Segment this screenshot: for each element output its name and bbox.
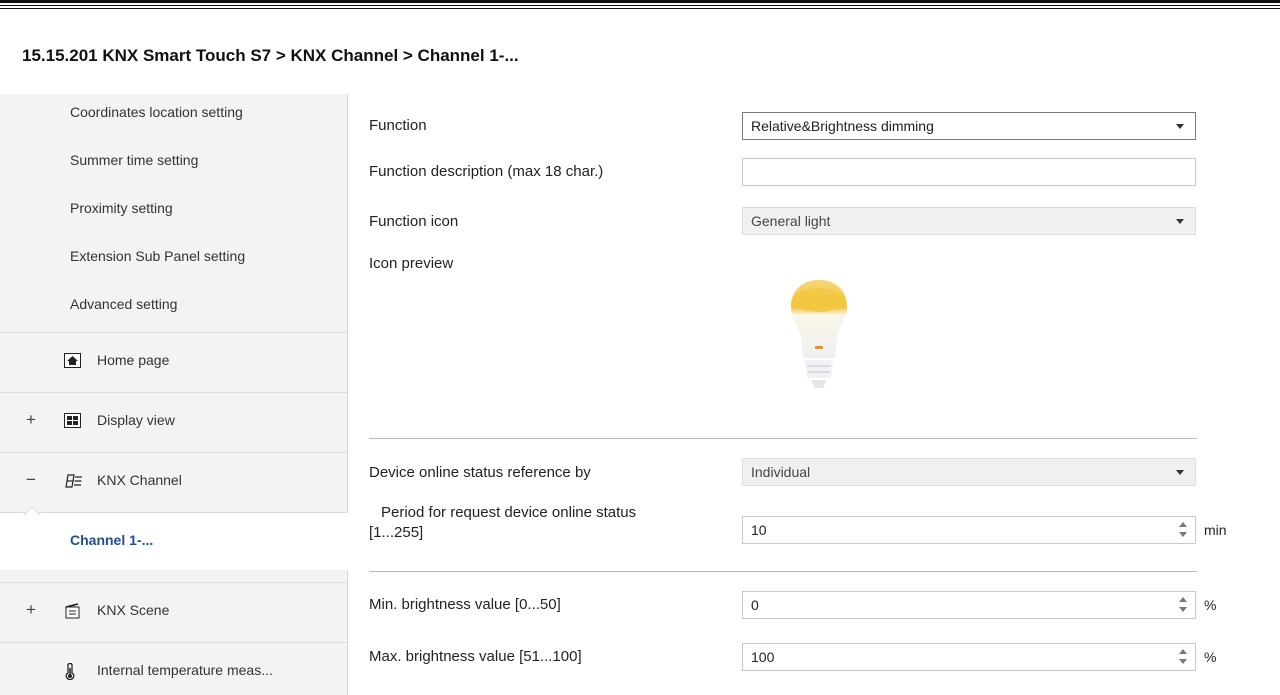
sidebar-item-extension-sub-panel[interactable]: Extension Sub Panel setting xyxy=(70,248,245,264)
sidebar-item-label: Internal temperature meas... xyxy=(97,662,273,678)
sidebar-item-proximity[interactable]: Proximity setting xyxy=(70,200,173,216)
max-brightness-stepper[interactable]: 100 xyxy=(742,643,1196,671)
scene-icon xyxy=(64,603,81,619)
light-bulb-icon xyxy=(781,274,857,404)
min-brightness-unit: % xyxy=(1204,597,1217,613)
function-icon-label: Function icon xyxy=(369,213,459,230)
function-select[interactable]: Relative&Brightness dimming xyxy=(742,112,1196,140)
icon-preview-label: Icon preview xyxy=(369,255,454,272)
parameter-panel: Function Relative&Brightness dimming Fun… xyxy=(349,94,1280,695)
thermometer-icon xyxy=(64,662,81,681)
sidebar-item-label: Channel 1-... xyxy=(70,532,154,548)
sidebar: Coordinates location setting Summer time… xyxy=(0,94,349,695)
chevron-down-icon xyxy=(1176,219,1184,224)
sidebar-item-coordinates-location[interactable]: Coordinates location setting xyxy=(70,104,243,120)
sidebar-item-display-view[interactable]: + Display view xyxy=(0,392,348,450)
period-range-label: [1...255] xyxy=(369,524,424,541)
expand-icon[interactable]: + xyxy=(24,600,38,620)
min-brightness-value: 0 xyxy=(751,597,759,613)
spinner-icon[interactable] xyxy=(1179,597,1187,613)
function-select-value: Relative&Brightness dimming xyxy=(751,118,934,134)
breadcrumb: 15.15.201 KNX Smart Touch S7 > KNX Chann… xyxy=(22,46,519,65)
min-brightness-label: Min. brightness value [0...50] xyxy=(369,596,561,613)
function-description-label: Function description (max 18 char.) xyxy=(369,163,604,180)
sidebar-item-label: KNX Channel xyxy=(97,472,182,488)
online-status-reference-value: Individual xyxy=(751,464,811,480)
expand-icon[interactable]: + xyxy=(24,410,38,430)
section-divider xyxy=(369,438,1197,439)
chevron-down-icon xyxy=(1176,124,1184,129)
top-rule xyxy=(0,0,1280,9)
period-unit: min xyxy=(1204,522,1227,538)
function-icon-select-value: General light xyxy=(751,213,831,229)
sidebar-item-knx-scene[interactable]: + KNX Scene xyxy=(0,582,348,640)
period-value: 10 xyxy=(751,522,767,538)
function-icon-select[interactable]: General light xyxy=(742,207,1196,235)
display-view-icon xyxy=(64,413,81,428)
sidebar-item-channel-1[interactable]: Channel 1-... xyxy=(0,512,349,570)
function-label: Function xyxy=(369,117,427,134)
spinner-icon[interactable] xyxy=(1179,522,1187,538)
function-description-input[interactable] xyxy=(742,158,1196,186)
sidebar-item-home-page[interactable]: Home page xyxy=(0,332,348,390)
max-brightness-label: Max. brightness value [51...100] xyxy=(369,648,582,665)
online-status-reference-select[interactable]: Individual xyxy=(742,458,1196,486)
section-divider xyxy=(369,571,1197,572)
spinner-icon[interactable] xyxy=(1179,649,1187,665)
sidebar-item-knx-channel[interactable]: − KNX Channel xyxy=(0,452,348,510)
max-brightness-unit: % xyxy=(1204,649,1217,665)
period-stepper[interactable]: 10 xyxy=(742,516,1196,544)
sidebar-item-label: Home page xyxy=(97,352,170,368)
sidebar-item-internal-temperature[interactable]: Internal temperature meas... xyxy=(0,642,348,695)
chevron-down-icon xyxy=(1176,470,1184,475)
sidebar-item-label: KNX Scene xyxy=(97,602,170,618)
period-label: Period for request device online status xyxy=(381,504,637,521)
sidebar-item-label: Display view xyxy=(97,412,175,428)
home-icon xyxy=(64,353,81,368)
max-brightness-value: 100 xyxy=(751,649,775,665)
sidebar-item-summer-time[interactable]: Summer time setting xyxy=(70,152,198,168)
knx-channel-icon xyxy=(64,473,82,488)
sidebar-item-advanced[interactable]: Advanced setting xyxy=(70,296,177,312)
online-status-reference-label: Device online status reference by xyxy=(369,464,591,481)
min-brightness-stepper[interactable]: 0 xyxy=(742,591,1196,619)
collapse-icon[interactable]: − xyxy=(24,470,38,490)
